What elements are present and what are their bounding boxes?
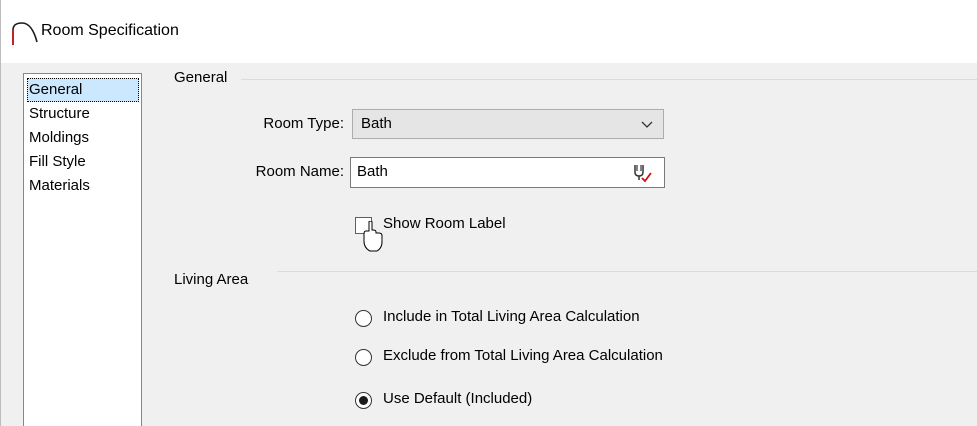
nav-item-moldings[interactable]: Moldings: [27, 126, 139, 150]
nav-item-structure[interactable]: Structure: [27, 102, 139, 126]
room-type-label: Room Type:: [263, 115, 344, 132]
radio-selected-dot: [359, 396, 368, 405]
general-group-divider: [241, 79, 977, 80]
chevron-down-icon: [641, 121, 653, 128]
room-name-input[interactable]: Bath: [350, 157, 665, 188]
radio-use-default-label[interactable]: Use Default (Included): [383, 390, 532, 407]
dialog-content: General Structure Moldings Fill Style Ma…: [1, 63, 977, 426]
room-type-select[interactable]: Bath: [352, 109, 664, 139]
nav-item-materials[interactable]: Materials: [27, 174, 139, 198]
radio-exclude-label[interactable]: Exclude from Total Living Area Calculati…: [383, 347, 663, 364]
general-group-label: General: [174, 69, 234, 86]
room-arch-icon: [12, 22, 38, 45]
living-area-group-label: Living Area: [174, 271, 255, 288]
spell-check-icon[interactable]: [630, 161, 652, 183]
room-name-value: Bath: [357, 163, 388, 180]
category-list[interactable]: General Structure Moldings Fill Style Ma…: [23, 73, 142, 426]
radio-exclude-living-area[interactable]: [355, 349, 372, 366]
radio-include-living-area[interactable]: [355, 310, 372, 327]
radio-use-default[interactable]: [355, 392, 372, 409]
window-title: Room Specification: [41, 22, 179, 39]
title-bar: Room Specification: [1, 0, 977, 63]
mouse-pointer-icon: [363, 221, 383, 252]
room-specification-dialog: Room Specification General Structure Mol…: [0, 0, 977, 426]
radio-include-label[interactable]: Include in Total Living Area Calculation: [383, 308, 640, 325]
room-type-value: Bath: [361, 115, 392, 132]
living-area-group-divider: [277, 271, 977, 272]
show-room-label-text[interactable]: Show Room Label: [383, 215, 506, 232]
nav-item-general[interactable]: General: [27, 78, 139, 102]
nav-item-fill-style[interactable]: Fill Style: [27, 150, 139, 174]
room-name-label: Room Name:: [255, 163, 344, 180]
